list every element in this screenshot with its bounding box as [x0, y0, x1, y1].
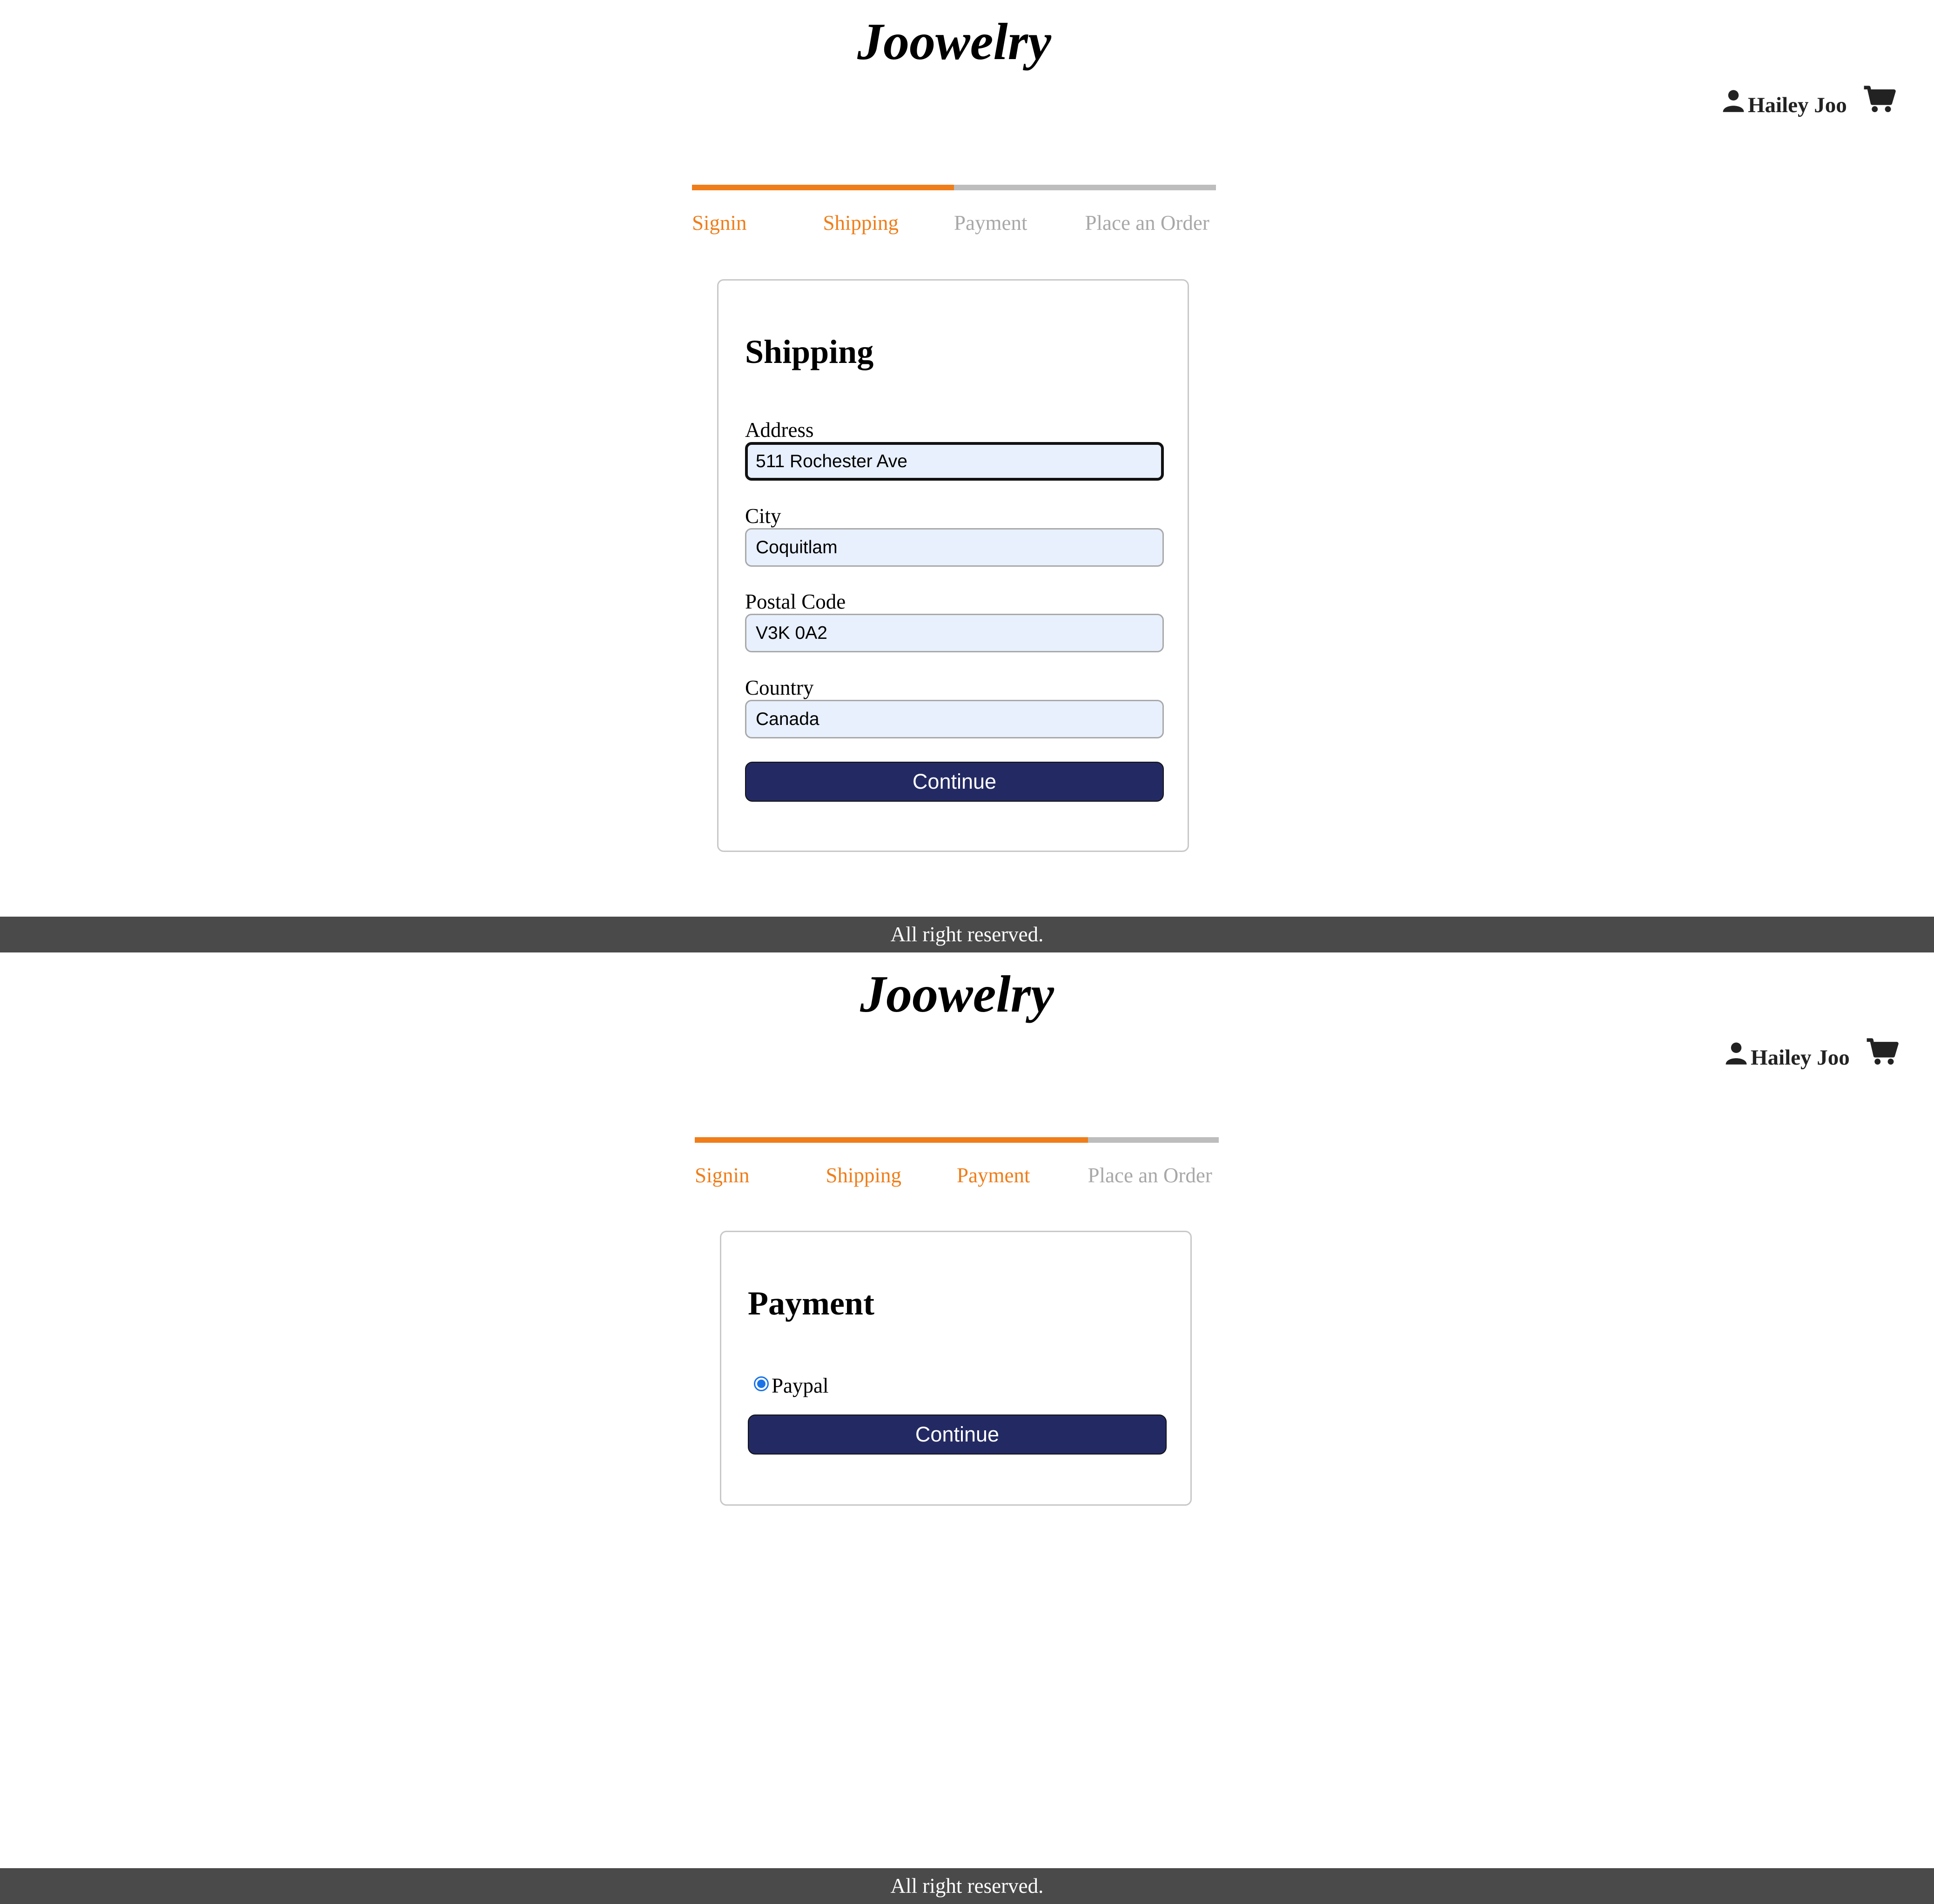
postal-code-input[interactable]	[745, 614, 1164, 652]
progress-bar	[695, 1137, 1219, 1143]
progress-segment-signin	[692, 185, 823, 190]
progress-bar	[692, 185, 1216, 190]
step-signin: Signin	[692, 211, 747, 235]
progress-segment-shipping	[823, 185, 954, 190]
continue-button[interactable]: Continue	[748, 1415, 1167, 1455]
footer: All right reserved.	[0, 1868, 1934, 1904]
brand-logo[interactable]: Joowelry	[3, 962, 1911, 1027]
paypal-radio[interactable]	[754, 1376, 769, 1391]
continue-button[interactable]: Continue	[745, 762, 1164, 802]
form-title: Shipping	[745, 333, 874, 370]
user-icon[interactable]	[1724, 1039, 1749, 1067]
header-actions: Hailey Joo	[1721, 85, 1896, 117]
progress-segment-place-order	[1085, 185, 1216, 190]
postal-code-label: Postal Code	[745, 590, 846, 613]
cart-icon[interactable]	[1863, 85, 1896, 114]
step-payment: Payment	[957, 1164, 1030, 1187]
city-label: City	[745, 504, 781, 528]
progress-segment-payment	[957, 1137, 1088, 1143]
payment-form: Payment Paypal Continue	[720, 1231, 1192, 1506]
footer: All right reserved.	[0, 917, 1934, 952]
brand-logo[interactable]: Joowelry	[0, 9, 1908, 74]
shipping-form: Shipping Address City Postal Code Countr…	[717, 279, 1189, 852]
user-name-link[interactable]: Hailey Joo	[1748, 91, 1847, 119]
progress-segment-signin	[695, 1137, 826, 1143]
header-actions: Hailey Joo	[1724, 1037, 1899, 1070]
checkout-progress: Signin Shipping Payment Place an Order	[695, 1137, 1219, 1188]
step-shipping: Shipping	[826, 1164, 902, 1187]
user-name-link[interactable]: Hailey Joo	[1751, 1044, 1850, 1072]
progress-segment-place-order	[1088, 1137, 1219, 1143]
step-shipping: Shipping	[823, 211, 899, 235]
paypal-label[interactable]: Paypal	[772, 1374, 828, 1398]
progress-segment-shipping	[826, 1137, 957, 1143]
form-title: Payment	[748, 1285, 874, 1322]
radio-selected-dot	[757, 1380, 766, 1388]
step-place-order: Place an Order	[1088, 1164, 1212, 1187]
step-place-order: Place an Order	[1085, 211, 1209, 235]
address-label: Address	[745, 418, 814, 442]
country-label: Country	[745, 676, 814, 699]
city-input[interactable]	[745, 528, 1164, 567]
user-icon[interactable]	[1721, 87, 1746, 114]
step-payment: Payment	[954, 211, 1027, 235]
payment-screen: Joowelry Hailey Joo Signin Shipping Paym…	[0, 952, 1934, 1904]
step-signin: Signin	[695, 1164, 750, 1187]
progress-segment-payment	[954, 185, 1085, 190]
country-input[interactable]	[745, 700, 1164, 738]
address-input[interactable]	[745, 442, 1164, 481]
payment-method-option[interactable]: Paypal	[754, 1372, 828, 1398]
checkout-progress: Signin Shipping Payment Place an Order	[692, 185, 1216, 236]
shipping-screen: Joowelry Hailey Joo Signin Shipping Paym…	[0, 0, 1934, 952]
cart-icon[interactable]	[1866, 1037, 1899, 1067]
